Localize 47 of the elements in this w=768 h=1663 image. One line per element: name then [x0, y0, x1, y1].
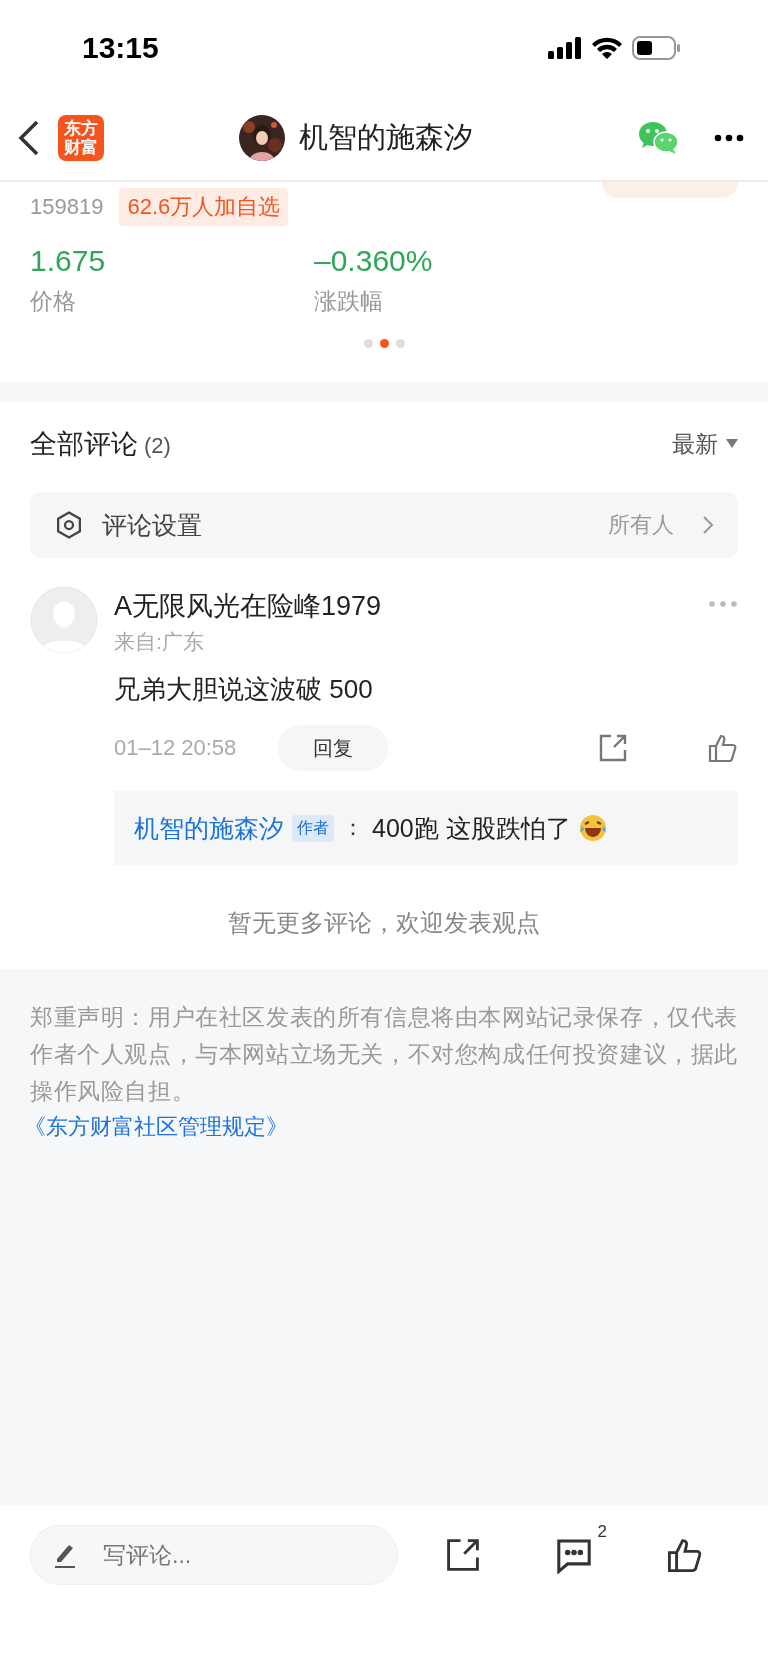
status-time: 13:15 [82, 31, 159, 65]
settings-label: 评论设置 [102, 509, 203, 541]
share-button[interactable] [445, 1537, 481, 1573]
laughing-emoji-icon [578, 814, 607, 842]
signal-icon [548, 37, 582, 59]
comment-badge-count: 2 [597, 1522, 607, 1542]
avatar-icon [30, 586, 98, 654]
battery-icon [632, 36, 682, 60]
like-button[interactable] [667, 1537, 703, 1573]
settings-icon [54, 510, 84, 540]
stock-code: 159819 [30, 194, 104, 220]
author-badge: 作者 [292, 814, 334, 842]
comment-time: 01–12 20:58 [114, 735, 238, 761]
user-location: 来自:广东 [114, 629, 205, 655]
comment-settings-row[interactable]: 评论设置 所有人 [30, 492, 738, 558]
more-icon[interactable] [714, 134, 744, 142]
comment-count: (2) [144, 433, 171, 458]
wechat-icon[interactable] [638, 121, 680, 155]
thumbs-up-icon[interactable] [708, 733, 738, 763]
metric-value: –0.360% [314, 244, 434, 278]
username: A无限风光在险峰1979 [114, 590, 382, 623]
metric-label: 涨跌幅 [314, 287, 384, 316]
reply-text: 400跑 这股跌怕了 [372, 812, 571, 844]
reply-author-link[interactable]: 机智的施森汐 [134, 811, 284, 845]
comment-text: 兄弟大胆说这波破 500 [114, 673, 374, 706]
profile-name: 机智的施森汐 [299, 120, 473, 155]
followers-tag: 62.6万人加自选 [119, 188, 289, 226]
page-dot[interactable] [395, 339, 405, 348]
back-icon[interactable] [18, 120, 40, 156]
reply-separator: ： [342, 814, 364, 842]
sort-dropdown[interactable]: 最新 [672, 428, 738, 460]
community-rules-link[interactable]: 《东方财富社区管理规定》 [24, 1112, 738, 1142]
reply-button[interactable]: 回复 [278, 725, 388, 771]
wifi-icon [592, 37, 622, 59]
share-icon[interactable] [598, 733, 628, 763]
section-title: 全部评论 [30, 429, 138, 459]
comment-input[interactable]: 写评论... [30, 1525, 398, 1585]
end-note: 暂无更多评论，欢迎发表观点 [227, 908, 541, 938]
caret-down-icon [726, 439, 738, 449]
disclaimer-text: 郑重声明：用户在社区发表的所有信息将由本网站记录保存，仅代表作者个人观点，与本网站立场无关，不对您构成任何投资建议，据此操作风险自担。 [30, 1004, 738, 1106]
metric-value: 1.675 [30, 244, 107, 278]
metric-label: 价格 [30, 287, 77, 316]
app-logo: 东方财富 [58, 115, 104, 161]
settings-value: 所有人 [608, 511, 674, 539]
page-dot[interactable] [379, 339, 389, 348]
page-dot[interactable] [363, 339, 373, 348]
chevron-right-icon [702, 515, 714, 535]
